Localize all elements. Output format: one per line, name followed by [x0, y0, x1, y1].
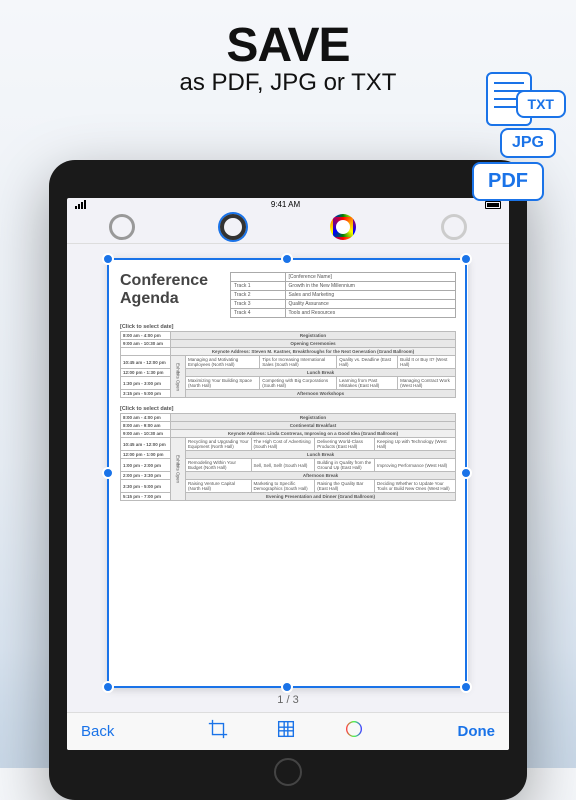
- pdf-badge: PDF: [472, 162, 544, 201]
- app-screen: 9:41 AM Conference Agenda [Conference Na…: [67, 198, 509, 750]
- filter-toolbar: [67, 212, 509, 245]
- color-adjust-icon[interactable]: [343, 718, 365, 745]
- agenda-day: [Click to select date]8:00 am - 4:00 pmR…: [120, 324, 456, 398]
- status-bar: 9:41 AM: [67, 198, 509, 212]
- status-time: 9:41 AM: [271, 200, 300, 209]
- perspective-icon[interactable]: [275, 718, 297, 745]
- scanned-page: Conference Agenda [Conference Name]Track…: [108, 258, 468, 688]
- crop-icon[interactable]: [207, 718, 229, 745]
- done-button[interactable]: Done: [457, 723, 495, 740]
- agenda-table: 8:00 am - 4:00 pmRegistration9:00 am - 1…: [120, 331, 456, 398]
- ipad-home-button: [274, 758, 302, 786]
- jpg-badge: JPG: [500, 128, 556, 158]
- agenda-table: 8:00 am - 4:00 pmRegistration8:00 am - 9…: [120, 413, 456, 501]
- filter-color-button[interactable]: [330, 214, 356, 240]
- date-selector: [Click to select date]: [120, 324, 456, 330]
- ipad-device-frame: 9:41 AM Conference Agenda [Conference Na…: [49, 160, 527, 800]
- document-title: Conference Agenda: [120, 272, 220, 318]
- battery-icon: [485, 201, 501, 209]
- signal-icon: [75, 200, 86, 209]
- filter-bw-button[interactable]: [220, 214, 246, 240]
- date-selector: [Click to select date]: [120, 406, 456, 412]
- bottom-toolbar: Back Done: [67, 712, 509, 750]
- headline-title: SAVE: [0, 18, 576, 73]
- document-canvas[interactable]: Conference Agenda [Conference Name]Track…: [67, 244, 509, 688]
- txt-badge: TXT: [516, 90, 566, 118]
- filter-gray-button[interactable]: [441, 214, 467, 240]
- agenda-day: [Click to select date]8:00 am - 4:00 pmR…: [120, 406, 456, 501]
- filter-original-button[interactable]: [109, 214, 135, 240]
- page-indicator: 1 / 3: [67, 688, 509, 712]
- tracks-table: [Conference Name]Track 1Growth in the Ne…: [230, 272, 456, 318]
- back-button[interactable]: Back: [81, 723, 114, 740]
